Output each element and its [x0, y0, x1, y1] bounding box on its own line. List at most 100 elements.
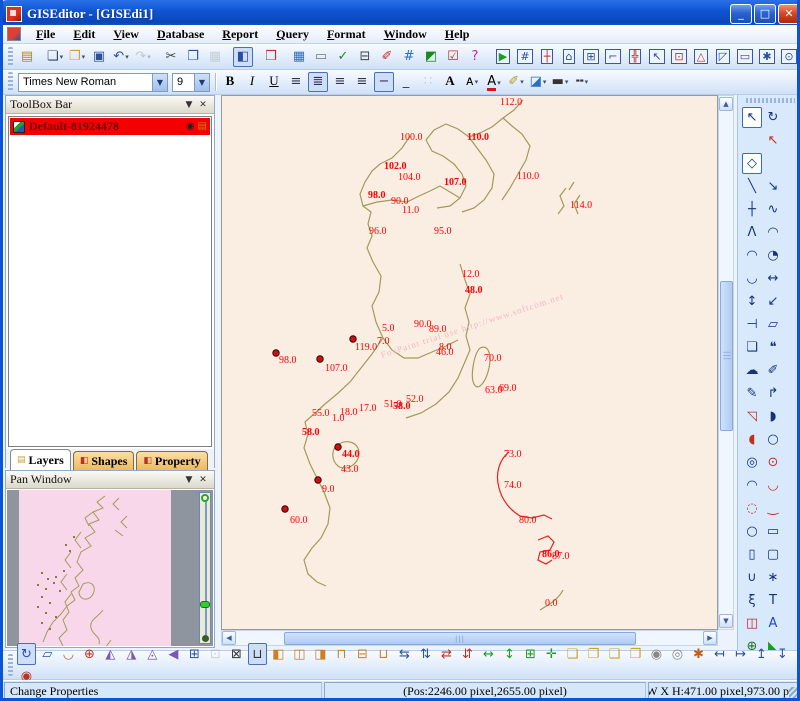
shape-c-tool[interactable]: ◖ — [742, 429, 762, 450]
bring-front-button[interactable]: ❏ — [563, 643, 582, 665]
point-marker[interactable] — [282, 506, 288, 512]
map-canvas[interactable]: FoxPaint trial use http://www.softcom.ne… — [221, 95, 718, 630]
maximize-button[interactable]: □ — [754, 4, 776, 24]
zoom-slider-thumb[interactable] — [200, 601, 210, 608]
fill-color-button[interactable]: ◪▾ — [528, 72, 548, 92]
grow-font-button[interactable]: A — [440, 71, 460, 91]
plain-rect-tool[interactable]: ▯ — [742, 544, 762, 565]
legend-button[interactable]: ◩ — [421, 47, 441, 67]
align-justify-button[interactable]: ≡ — [352, 72, 372, 92]
bold-button[interactable]: B — [220, 71, 240, 91]
same-height-button[interactable]: ↕ — [500, 643, 519, 665]
node-select-tool[interactable]: ↖ — [763, 130, 783, 151]
fence-grid-button[interactable]: ⊞ — [581, 47, 601, 67]
menu-report[interactable]: Report — [213, 26, 267, 43]
layer-row[interactable]: Default-81924478 ◉ ▤ — [10, 118, 210, 135]
rounded-rect-tool[interactable]: ▢ — [763, 544, 783, 565]
point-grid-button[interactable]: # — [515, 47, 535, 67]
red-circle-tool[interactable]: ◌ — [742, 498, 762, 519]
dimension-edge-tool[interactable]: ⊣ — [742, 314, 762, 335]
rectangle-tool-button[interactable]: ▭ — [735, 47, 755, 67]
toolbar-grip[interactable] — [8, 654, 13, 676]
small-ellipse-tool[interactable]: ○ — [742, 521, 762, 542]
title-bar[interactable]: GISEditor - [GISEdi1] _ □ ✕ — [0, 0, 800, 28]
select-tool[interactable]: ↖ — [742, 107, 762, 128]
align-middle-button[interactable]: ⊟ — [353, 643, 372, 665]
pie-tool[interactable]: ◔ — [763, 245, 783, 266]
toolbar-grip[interactable] — [8, 72, 13, 91]
panel-close-icon[interactable]: ✕ — [196, 475, 210, 485]
triangulate-button[interactable]: △ — [691, 47, 711, 67]
red-arc-tool[interactable]: ◡ — [763, 475, 783, 496]
text-tool[interactable]: T — [763, 590, 783, 611]
valign-middle-button[interactable]: − — [374, 72, 394, 92]
dimension-v-tool[interactable]: ↕ — [742, 291, 762, 312]
select-region-button[interactable]: ⊡ — [669, 47, 689, 67]
arrow-line-tool[interactable]: ↘ — [763, 176, 783, 197]
align-left-button[interactable]: ◧ — [269, 643, 288, 665]
same-size-button[interactable]: ⊞ — [521, 643, 540, 665]
zoom-slider[interactable] — [199, 492, 211, 644]
toolbar-grip[interactable] — [8, 47, 13, 67]
font-color-button[interactable]: A▾ — [484, 73, 504, 93]
scroll-up-icon[interactable]: ▲ — [719, 97, 733, 111]
vertical-scroll-thumb[interactable]: ||| — [720, 281, 733, 431]
point-marker[interactable] — [317, 356, 323, 362]
help-button[interactable]: ? — [465, 47, 485, 67]
dimension-h-tool[interactable]: ↔ — [763, 268, 783, 289]
cross-tool[interactable]: ┼ — [742, 199, 762, 220]
cut-button[interactable]: ✂ — [161, 47, 181, 67]
flip-horizontal-button[interactable]: ◀ — [164, 643, 183, 665]
nudge-down-button[interactable]: ↧ — [773, 643, 792, 665]
dot-circle-tool[interactable]: ⊙ — [763, 452, 783, 473]
align-center-button[interactable]: ◫ — [290, 643, 309, 665]
speech-callout-tool[interactable]: ❝ — [763, 337, 783, 358]
ellipse-tool[interactable]: ○ — [763, 429, 783, 450]
chevron-down-icon[interactable]: ▾ — [543, 78, 547, 86]
minimize-button[interactable]: _ — [730, 4, 752, 24]
cloud-callout-tool[interactable]: ☁ — [742, 360, 762, 381]
chord-tool[interactable]: ◡ — [742, 268, 762, 289]
subtract-button[interactable]: ◎ — [668, 643, 687, 665]
snap-tool-button[interactable]: ↖ — [647, 47, 667, 67]
grid-button[interactable]: # — [399, 47, 419, 67]
distribute-v-button[interactable]: ⇅ — [416, 643, 435, 665]
chevron-down-icon[interactable]: ▾ — [125, 53, 129, 61]
menu-edit[interactable]: Edit — [64, 26, 104, 43]
zoom-tool-button[interactable]: ⊙ — [779, 47, 799, 67]
nudge-left-button[interactable]: ↤ — [710, 643, 729, 665]
font-size-combo[interactable]: 9 ▼ — [172, 73, 210, 92]
nudge-up-button[interactable]: ↥ — [752, 643, 771, 665]
shape-d-tool[interactable]: ◗ — [763, 406, 783, 427]
menu-database[interactable]: Database — [148, 26, 213, 43]
dash-style-button[interactable]: ╍▾ — [572, 72, 592, 92]
curve-tool[interactable]: ∿ — [763, 199, 783, 220]
chevron-down-icon[interactable]: ▼ — [194, 74, 209, 91]
rotate-select-tool[interactable]: ↻ — [763, 107, 783, 128]
chevron-down-icon[interactable]: ▾ — [520, 78, 524, 86]
arc-tool[interactable]: ◠ — [763, 222, 783, 243]
tab-layers[interactable]: ▤Layers — [10, 449, 71, 470]
chevron-down-icon[interactable]: ▾ — [60, 53, 64, 61]
arc2-tool[interactable]: ◠ — [742, 475, 762, 496]
align-center-button[interactable]: ≣ — [308, 72, 328, 92]
scroll-down-icon[interactable]: ▼ — [719, 614, 733, 628]
palette-grip[interactable] — [746, 98, 795, 103]
bring-forward-button[interactable]: ❑ — [605, 643, 624, 665]
zoom-out-handle-icon[interactable] — [202, 635, 209, 642]
space-across-button[interactable]: ⇄ — [437, 643, 456, 665]
run-button[interactable]: ▶ — [493, 47, 513, 67]
menu-format[interactable]: Format — [318, 26, 375, 43]
rotate-right-button[interactable]: ◮ — [122, 643, 141, 665]
label-flag-tool[interactable]: ◫ — [742, 613, 762, 634]
line-tool[interactable]: ╲ — [742, 176, 762, 197]
blob-tool[interactable]: ∪ — [742, 567, 762, 588]
brush-tool[interactable]: ✎ — [742, 383, 762, 404]
align-right-button[interactable]: ◨ — [311, 643, 330, 665]
rect-flag-tool[interactable]: ▱ — [763, 314, 783, 335]
visibility-eye-icon[interactable]: ◉ — [186, 121, 195, 132]
spellcheck-button[interactable]: ☑ — [443, 47, 463, 67]
save-button[interactable]: ▣ — [89, 47, 109, 67]
chevron-down-icon[interactable]: ▾ — [147, 53, 151, 61]
poly-region-tool[interactable]: ◹ — [742, 406, 762, 427]
